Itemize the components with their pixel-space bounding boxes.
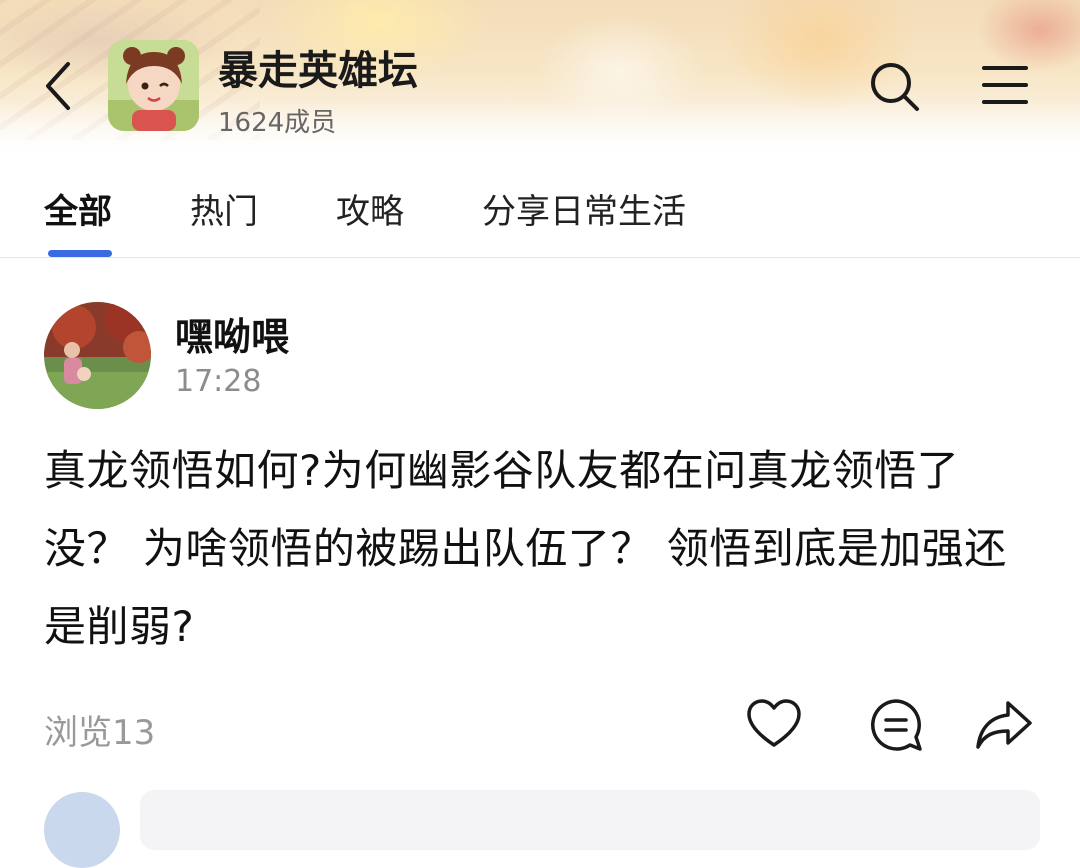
like-button[interactable] — [744, 695, 804, 755]
author-avatar[interactable] — [44, 302, 151, 409]
group-avatar-image — [108, 40, 199, 131]
author-avatar-image — [44, 302, 151, 409]
search-icon — [871, 63, 919, 111]
author-name[interactable]: 嘿呦喂 — [175, 306, 289, 361]
comment-input[interactable] — [140, 790, 1040, 850]
view-count: 浏览13 — [44, 713, 156, 753]
tab-daily-life[interactable]: 分享日常生活 — [482, 184, 686, 233]
comment-icon — [871, 699, 922, 751]
tab-hot[interactable]: 热门 — [190, 184, 258, 233]
group-avatar[interactable] — [108, 40, 199, 131]
current-user-avatar — [44, 792, 120, 868]
share-icon — [976, 701, 1032, 749]
active-tab-indicator — [48, 250, 112, 257]
tab-guides[interactable]: 攻略 — [336, 184, 404, 233]
menu-button[interactable] — [980, 60, 1030, 110]
menu-icon — [982, 66, 1028, 104]
tabs-divider — [0, 257, 1080, 258]
search-button[interactable] — [866, 58, 922, 114]
back-arrow-icon — [46, 62, 70, 110]
share-button[interactable] — [974, 695, 1034, 755]
group-title[interactable]: 暴走英雄坛 — [218, 38, 418, 96]
tab-all[interactable]: 全部 — [44, 184, 112, 233]
post-time: 17:28 — [175, 364, 262, 399]
back-button[interactable] — [40, 58, 76, 114]
category-tabs: 全部 热门 攻略 分享日常生活 — [0, 160, 1080, 257]
heart-icon — [747, 699, 801, 747]
member-count: 1624成员 — [218, 108, 337, 138]
post-body[interactable]: 真龙领悟如何?为何幽影谷队友都在问真龙领悟了没？ 为啥领悟的被踢出队伍了？ 领悟… — [44, 432, 1034, 666]
comment-button[interactable] — [866, 695, 926, 755]
